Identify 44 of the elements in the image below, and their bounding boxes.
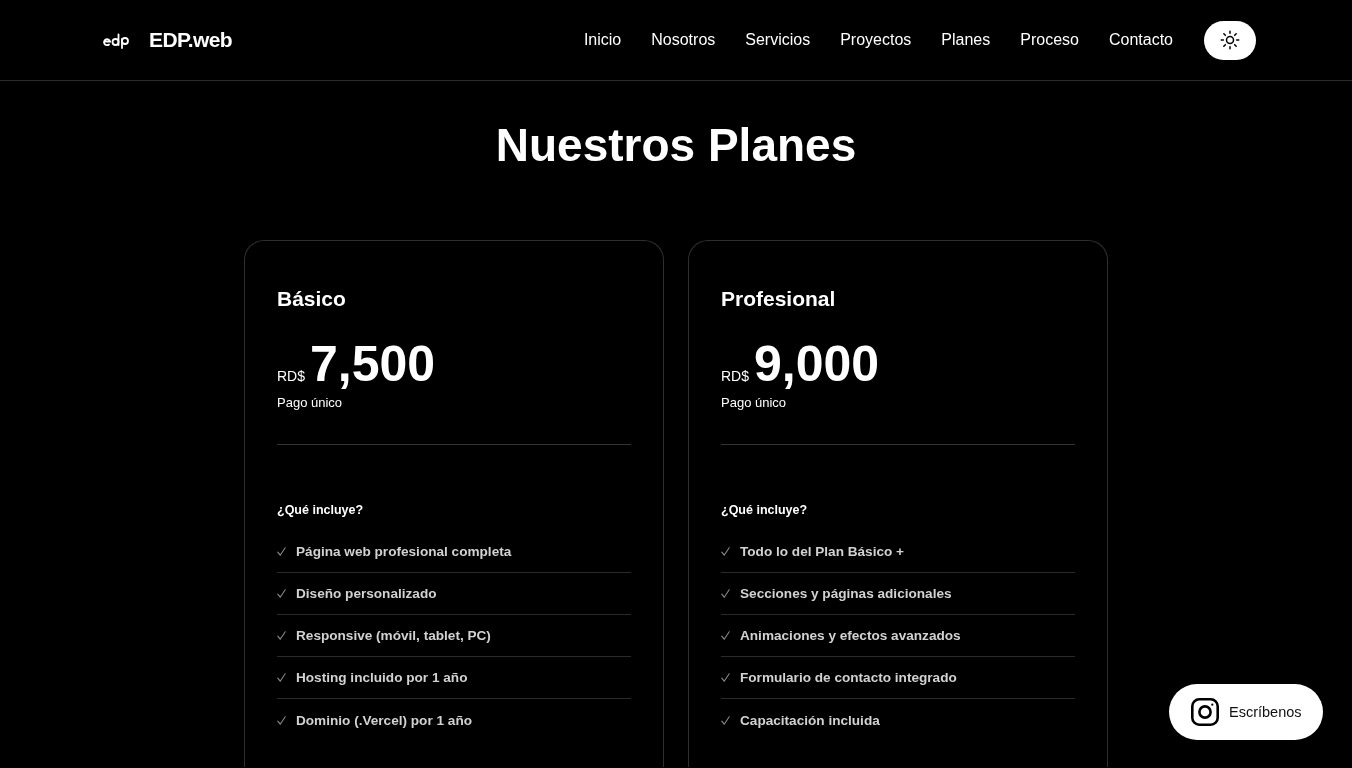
feature-label: Responsive (móvil, tablet, PC) (296, 628, 491, 643)
feature-label: Animaciones y efectos avanzados (740, 628, 961, 643)
price-amount: 9,000 (754, 339, 880, 389)
nav-link[interactable]: Inicio (583, 31, 622, 49)
check-icon (721, 631, 730, 640)
payment-note: Pago único (721, 394, 788, 412)
currency-label: RD$ (721, 368, 749, 384)
section-title: Nuestros Planes (494, 118, 858, 172)
plan-name: Básico (277, 286, 347, 312)
feature-label: Capacitación incluida (740, 712, 880, 728)
features-heading: ¿Qué incluye? (277, 502, 365, 519)
nav-link[interactable]: Nosotros (651, 31, 716, 49)
theme-toggle-button[interactable] (1204, 20, 1256, 60)
nav-link[interactable]: Planes (941, 31, 991, 49)
check-icon (277, 673, 286, 682)
feature-label: Formulario de contacto integrado (740, 670, 957, 685)
feature-label: Diseño personalizado (296, 586, 437, 601)
feature-label: Hosting incluido por 1 año (296, 670, 468, 685)
plan-name: Profesional (721, 286, 837, 312)
nav-link[interactable]: Proceso (1020, 31, 1079, 49)
check-icon (721, 715, 730, 725)
features-heading: ¿Qué incluye? (721, 502, 809, 519)
check-icon (277, 547, 286, 556)
check-icon (721, 589, 730, 598)
check-icon (277, 715, 286, 725)
payment-note: Pago único (277, 394, 344, 412)
feature-label: Dominio (.Vercel) por 1 año (296, 712, 472, 728)
feature-label: Secciones y páginas adicionales (740, 586, 952, 601)
feature-label: Todo lo del Plan Básico + (740, 544, 905, 559)
brand-name[interactable]: EDP.web (149, 28, 232, 52)
check-icon (277, 631, 286, 640)
camera-icon (1191, 698, 1219, 726)
logo-icon[interactable] (103, 31, 130, 49)
nav-link[interactable]: Proyectos (840, 31, 912, 49)
sun-icon (1220, 30, 1240, 50)
check-icon (721, 547, 730, 556)
check-icon (277, 589, 286, 598)
contact-button[interactable]: Escríbenos (1169, 684, 1323, 740)
feature-label: Página web profesional completa (296, 544, 512, 559)
nav-link[interactable]: Contacto (1108, 31, 1173, 49)
check-icon (721, 673, 730, 682)
nav-link[interactable]: Servicios (745, 31, 811, 49)
price-amount: 7,500 (310, 339, 436, 389)
currency-label: RD$ (277, 368, 305, 384)
